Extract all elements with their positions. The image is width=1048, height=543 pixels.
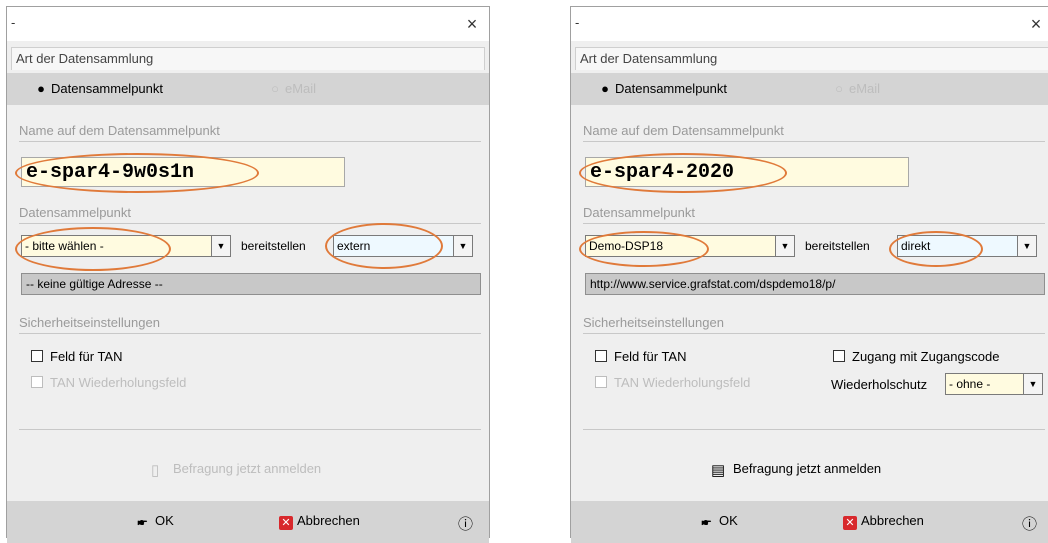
highlight-ellipse bbox=[15, 153, 259, 193]
security-group-label: Sicherheitseinstellungen bbox=[583, 315, 724, 330]
highlight-ellipse bbox=[325, 223, 443, 269]
address-field: -- keine gültige Adresse -- bbox=[21, 273, 481, 295]
checkbox-label: Feld für TAN bbox=[50, 349, 123, 364]
radio-selected-icon: ● bbox=[601, 81, 609, 96]
window-title: - bbox=[575, 15, 580, 30]
register-icon: ▯ bbox=[151, 462, 160, 479]
register-icon: ▤ bbox=[711, 462, 726, 479]
section-header: Art der Datensammlung bbox=[11, 47, 485, 70]
address-text: http://www.service.grafstat.com/dspdemo1… bbox=[590, 277, 836, 291]
checkbox-icon[interactable] bbox=[31, 350, 43, 362]
checkbox-icon[interactable] bbox=[833, 350, 845, 362]
radio-email[interactable]: ○ eMail bbox=[833, 81, 880, 96]
checkbox-label: TAN Wiederholungsfeld bbox=[614, 375, 751, 390]
repeat-protect-label: Wiederholschutz bbox=[831, 377, 928, 392]
tan-repeat-checkbox[interactable]: TAN Wiederholungsfeld bbox=[595, 375, 750, 390]
collection-type-band: ● Datensammelpunkt ○ eMail bbox=[7, 73, 489, 105]
section-title: Art der Datensammlung bbox=[16, 51, 154, 66]
ok-button[interactable]: 🖝 OK bbox=[137, 513, 174, 528]
radio-label: Datensammelpunkt bbox=[51, 81, 163, 96]
divider bbox=[583, 429, 1045, 430]
help-icon[interactable]: ⓘ bbox=[1022, 513, 1037, 534]
radio-selected-icon: ● bbox=[37, 81, 45, 96]
divider bbox=[19, 429, 481, 430]
cancel-icon: ✕ bbox=[279, 516, 293, 530]
provide-label: bereitstellen bbox=[805, 239, 870, 253]
checkbox-label: Feld für TAN bbox=[614, 349, 687, 364]
radio-unselected-icon: ○ bbox=[271, 81, 279, 96]
divider bbox=[19, 141, 481, 142]
security-group-label: Sicherheitseinstellungen bbox=[19, 315, 160, 330]
divider bbox=[583, 333, 1045, 334]
chevron-down-icon[interactable]: ▼ bbox=[211, 236, 230, 256]
radio-unselected-icon: ○ bbox=[835, 81, 843, 96]
chevron-down-icon[interactable]: ▼ bbox=[1023, 374, 1042, 394]
section-header: Art der Datensammlung bbox=[575, 47, 1048, 70]
repeat-protect-value: - ohne - bbox=[949, 377, 991, 391]
access-code-checkbox[interactable]: Zugang mit Zugangscode bbox=[833, 349, 999, 364]
register-survey-button[interactable]: ▤ Befragung jetzt anmelden bbox=[711, 461, 881, 479]
radio-label: eMail bbox=[285, 81, 317, 96]
radio-label: eMail bbox=[849, 81, 881, 96]
radio-email[interactable]: ○ eMail bbox=[269, 81, 316, 96]
window-title: - bbox=[11, 15, 16, 30]
highlight-ellipse bbox=[889, 231, 983, 267]
cancel-label: Abbrechen bbox=[861, 513, 924, 528]
dialog-left: - × Art der Datensammlung ● Datensammelpu… bbox=[6, 0, 490, 543]
chevron-down-icon[interactable]: ▼ bbox=[775, 236, 794, 256]
cancel-button[interactable]: ✕ Abbrechen bbox=[843, 513, 924, 530]
collection-type-band: ● Datensammelpunkt ○ eMail bbox=[571, 73, 1048, 105]
ok-label: OK bbox=[719, 513, 738, 528]
ok-label: OK bbox=[155, 513, 174, 528]
footer-bar: 🖝 OK ✕ Abbrechen ⓘ bbox=[7, 501, 489, 543]
close-icon[interactable]: × bbox=[461, 13, 483, 35]
divider bbox=[19, 223, 481, 224]
ok-button[interactable]: 🖝 OK bbox=[701, 513, 738, 528]
footer-bar: 🖝 OK ✕ Abbrechen ⓘ bbox=[571, 501, 1048, 543]
provide-label: bereitstellen bbox=[241, 239, 306, 253]
tan-repeat-checkbox[interactable]: TAN Wiederholungsfeld bbox=[31, 375, 186, 390]
dialog-frame: - × Art der Datensammlung ● Datensammelpu… bbox=[6, 6, 490, 543]
dsp-group-label: Datensammelpunkt bbox=[19, 205, 131, 220]
register-label: Befragung jetzt anmelden bbox=[733, 461, 882, 476]
help-icon[interactable]: ⓘ bbox=[458, 513, 473, 534]
dsp-group-label: Datensammelpunkt bbox=[583, 205, 695, 220]
radio-label: Datensammelpunkt bbox=[615, 81, 727, 96]
highlight-ellipse bbox=[579, 153, 787, 193]
title-bar: - × bbox=[7, 7, 489, 41]
address-field: http://www.service.grafstat.com/dspdemo1… bbox=[585, 273, 1045, 295]
close-icon[interactable]: × bbox=[1025, 13, 1047, 35]
chevron-down-icon[interactable]: ▼ bbox=[1017, 236, 1036, 256]
cancel-icon: ✕ bbox=[843, 516, 857, 530]
checkbox-icon[interactable] bbox=[595, 350, 607, 362]
divider bbox=[19, 333, 481, 334]
highlight-ellipse bbox=[15, 227, 171, 271]
checkbox-label: TAN Wiederholungsfeld bbox=[50, 375, 187, 390]
cancel-label: Abbrechen bbox=[297, 513, 360, 528]
divider bbox=[583, 141, 1045, 142]
checkbox-icon[interactable] bbox=[595, 376, 607, 388]
register-survey-button[interactable]: ▯ Befragung jetzt anmelden bbox=[151, 461, 321, 479]
address-text: -- keine gültige Adresse -- bbox=[26, 277, 163, 291]
divider bbox=[583, 223, 1045, 224]
tan-field-checkbox[interactable]: Feld für TAN bbox=[31, 349, 122, 364]
name-group-label: Name auf dem Datensammelpunkt bbox=[583, 123, 784, 138]
tan-field-checkbox[interactable]: Feld für TAN bbox=[595, 349, 686, 364]
dialog-right: - × Art der Datensammlung ● Datensammelpu… bbox=[570, 0, 1048, 543]
checkbox-icon[interactable] bbox=[31, 376, 43, 388]
cancel-button[interactable]: ✕ Abbrechen bbox=[279, 513, 360, 530]
section-title: Art der Datensammlung bbox=[580, 51, 718, 66]
radio-datensammelpunkt[interactable]: ● Datensammelpunkt bbox=[599, 81, 727, 96]
register-label: Befragung jetzt anmelden bbox=[173, 461, 322, 476]
chevron-down-icon[interactable]: ▼ bbox=[453, 236, 472, 256]
ok-icon: 🖝 bbox=[701, 513, 712, 529]
checkbox-label: Zugang mit Zugangscode bbox=[852, 349, 1000, 364]
radio-datensammelpunkt[interactable]: ● Datensammelpunkt bbox=[35, 81, 163, 96]
name-group-label: Name auf dem Datensammelpunkt bbox=[19, 123, 220, 138]
dialog-frame: - × Art der Datensammlung ● Datensammelpu… bbox=[570, 6, 1048, 543]
title-bar: - × bbox=[571, 7, 1048, 41]
ok-icon: 🖝 bbox=[137, 513, 148, 529]
repeat-protect-select[interactable]: - ohne - ▼ bbox=[945, 373, 1043, 395]
highlight-ellipse bbox=[579, 231, 709, 267]
